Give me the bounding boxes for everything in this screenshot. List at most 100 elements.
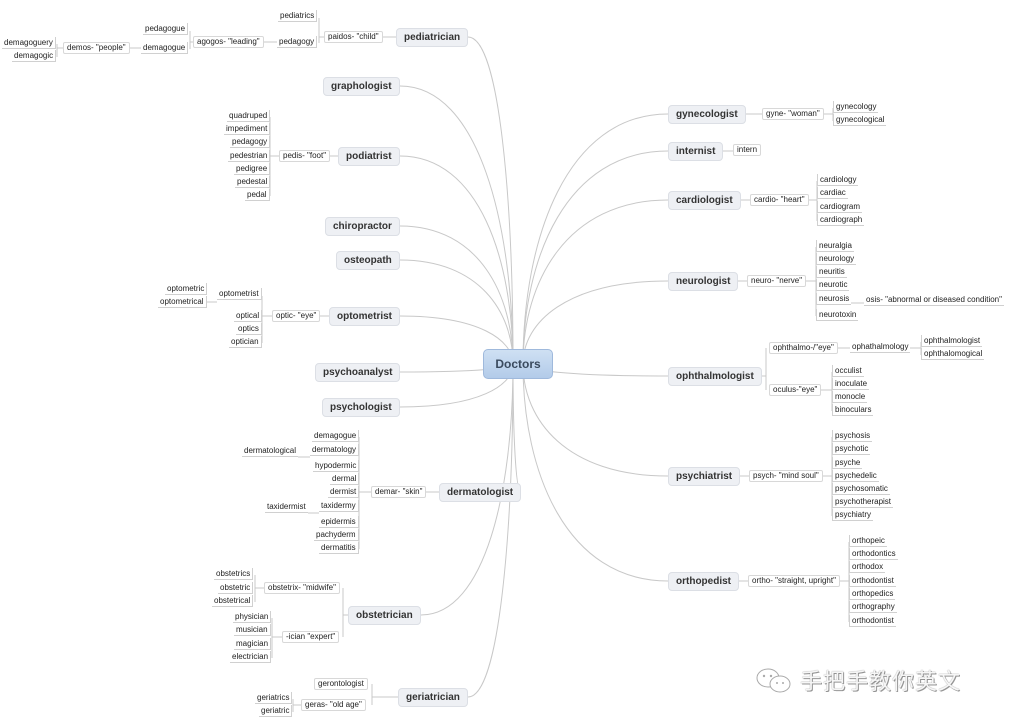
word-leaf[interactable]: obstetrics: [214, 568, 254, 580]
word-leaf[interactable]: orthography: [849, 601, 897, 613]
branch-optometrist[interactable]: optometrist: [329, 306, 400, 326]
branch-psychiatrist[interactable]: psychiatrist: [668, 466, 741, 486]
word-leaf[interactable]: occulist: [832, 365, 864, 377]
root-demar[interactable]: demar- "skin": [371, 486, 427, 498]
root-cardio[interactable]: cardio- "heart": [750, 194, 809, 206]
word-leaf[interactable]: pedagogy: [230, 136, 271, 149]
word-leaf[interactable]: gynecological: [833, 114, 887, 126]
branch-orthopedist[interactable]: orthopedist: [668, 571, 739, 591]
branch-podiatrist[interactable]: podiatrist: [338, 146, 400, 166]
word-leaf[interactable]: dermatitis: [319, 542, 359, 554]
root-ophthalmo[interactable]: ophthalmo-/"eye": [769, 342, 838, 354]
branch-internist[interactable]: internist: [668, 141, 724, 161]
word-leaf[interactable]: orthodontics: [849, 548, 898, 560]
word-leaf[interactable]: epidermis: [319, 516, 359, 528]
root-optic[interactable]: optic- "eye": [272, 310, 321, 322]
root-ician[interactable]: -ician "expert": [282, 631, 340, 643]
word-leaf[interactable]: obstetric: [218, 582, 254, 594]
word-leaf[interactable]: neurosis: [816, 293, 852, 305]
word-leaf[interactable]: neurotic: [816, 279, 850, 291]
word-leaf[interactable]: pedestal: [235, 176, 271, 188]
root-ortho[interactable]: ortho- "straight, upright": [748, 575, 840, 587]
root-agogos[interactable]: agogos- "leading": [193, 36, 264, 48]
word-leaf[interactable]: ophthalmologist: [921, 335, 983, 347]
word-leaf[interactable]: pedagogy: [277, 36, 318, 48]
word-leaf[interactable]: orthopeic: [849, 535, 887, 547]
word-leaf[interactable]: psyche: [832, 457, 863, 469]
word-leaf[interactable]: pedigree: [234, 162, 271, 175]
word-leaf[interactable]: pedal: [245, 189, 270, 202]
word-leaf[interactable]: psychiatry: [832, 509, 874, 521]
word-leaf[interactable]: musician: [234, 624, 271, 636]
word-leaf[interactable]: neurotoxin: [816, 309, 859, 321]
word-leaf[interactable]: dermatology: [310, 444, 360, 456]
word-leaf[interactable]: psychotic: [832, 443, 871, 455]
branch-chiropractor[interactable]: chiropractor: [325, 216, 400, 236]
word-leaf[interactable]: quadruped: [227, 110, 271, 122]
word-leaf[interactable]: impediment: [224, 123, 271, 136]
root-intern[interactable]: intern: [733, 144, 762, 156]
word-leaf[interactable]: optical: [234, 310, 263, 322]
word-leaf[interactable]: binoculars: [832, 404, 874, 416]
branch-osteopath[interactable]: osteopath: [336, 250, 400, 270]
root-gyne[interactable]: gyne- "woman": [762, 108, 824, 120]
word-leaf[interactable]: obstetrical: [212, 595, 254, 607]
word-leaf[interactable]: orthopedics: [849, 588, 896, 600]
word-leaf[interactable]: orthodontist: [849, 575, 896, 587]
branch-graphologist[interactable]: graphologist: [323, 76, 400, 96]
word-leaf[interactable]: magician: [234, 638, 272, 650]
word-leaf[interactable]: optometrical: [158, 296, 207, 308]
word-leaf[interactable]: optics: [236, 323, 262, 335]
root-demos[interactable]: demos- "people": [63, 42, 130, 54]
word-leaf[interactable]: psychotherapist: [832, 496, 894, 508]
word-leaf[interactable]: demagoguery: [2, 37, 56, 49]
root-pedis[interactable]: pedis- "foot": [279, 150, 331, 162]
branch-dermatologist[interactable]: dermatologist: [439, 482, 522, 502]
word-leaf[interactable]: orthodontist: [849, 615, 896, 627]
word-leaf[interactable]: psychedelic: [832, 470, 879, 482]
word-leaf[interactable]: pachyderm: [314, 529, 359, 541]
word-leaf[interactable]: cardiology: [817, 174, 859, 186]
word-leaf[interactable]: pediatrics: [278, 10, 318, 22]
word-leaf[interactable]: taxidermist: [265, 501, 308, 513]
word-leaf[interactable]: dermist: [328, 486, 360, 498]
branch-cardiologist[interactable]: cardiologist: [668, 190, 741, 210]
root-geras[interactable]: geras- "old age": [301, 699, 366, 711]
word-leaf[interactable]: demagogue: [312, 430, 360, 442]
word-leaf[interactable]: pedestrian: [228, 149, 271, 162]
word-leaf[interactable]: taxidermy: [319, 500, 359, 512]
word-leaf[interactable]: hypodermic: [313, 460, 360, 472]
word-leaf[interactable]: dermal: [330, 473, 360, 485]
word-leaf[interactable]: electrician: [230, 651, 272, 663]
word-leaf[interactable]: cardiograph: [817, 214, 865, 226]
word-leaf[interactable]: inoculate: [832, 378, 870, 390]
word-leaf[interactable]: neurology: [816, 253, 857, 265]
word-leaf[interactable]: pedagogue: [143, 23, 189, 35]
word-leaf[interactable]: dermatological: [242, 445, 299, 457]
branch-psychologist[interactable]: psychologist: [322, 397, 400, 417]
root-oculus[interactable]: oculus-"eye": [769, 384, 822, 396]
root-neuro[interactable]: neuro- "nerve": [747, 275, 807, 287]
word-leaf[interactable]: demagogic: [12, 50, 57, 62]
root-paidos[interactable]: paidos- "child": [324, 31, 383, 43]
word-leaf[interactable]: gynecology: [833, 101, 879, 113]
word-leaf[interactable]: cardiac: [817, 187, 848, 199]
branch-neurologist[interactable]: neurologist: [668, 271, 739, 291]
word-leaf[interactable]: orthodox: [849, 561, 886, 573]
branch-gynecologist[interactable]: gynecologist: [668, 104, 746, 124]
word-leaf[interactable]: optician: [229, 336, 262, 348]
word-leaf[interactable]: geriatric: [259, 705, 293, 717]
root-osis[interactable]: osis- "abnormal or diseased condition": [864, 294, 1004, 306]
word-leaf[interactable]: optometric: [165, 283, 208, 295]
branch-pediatrician[interactable]: pediatrician: [396, 27, 469, 47]
word-leaf[interactable]: cardiogram: [817, 201, 863, 213]
word-leaf[interactable]: neuritis: [816, 266, 847, 278]
branch-ophthalmologist[interactable]: ophthalmologist: [668, 366, 762, 386]
word-leaf[interactable]: physician: [233, 611, 272, 623]
root-node-doctors[interactable]: Doctors: [483, 349, 553, 379]
word-leaf[interactable]: monocle: [832, 391, 868, 403]
root-gerontologist[interactable]: gerontologist: [314, 678, 368, 690]
word-leaf[interactable]: neuralgia: [816, 240, 854, 252]
word-leaf[interactable]: geriatrics: [255, 692, 293, 704]
branch-geriatrician[interactable]: geriatrician: [398, 687, 468, 707]
